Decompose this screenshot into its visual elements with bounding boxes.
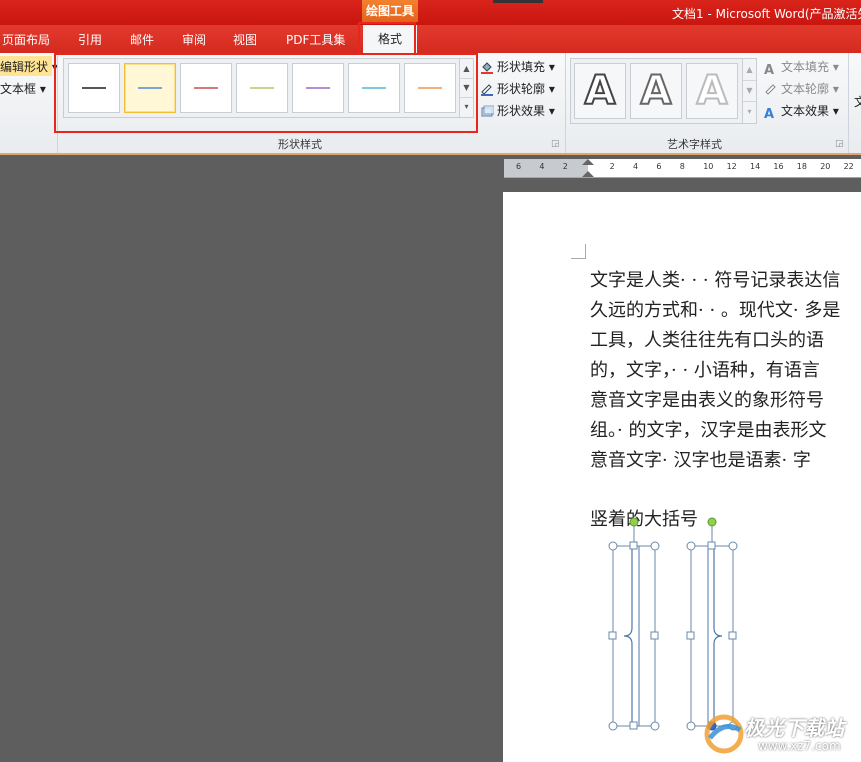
shape-fill-button[interactable]: 形状填充 ▾ (480, 58, 555, 75)
text-outline-icon (764, 82, 778, 96)
watermark-url: www.xz7.com (758, 739, 841, 753)
document-line: 的，文字，· · 小语种，有语言 (590, 360, 820, 381)
drawing-tools-context-label: 绘图工具 (362, 0, 418, 22)
tab-format-highlight (358, 22, 416, 55)
shape-styles-launcher-icon[interactable]: ◲ (551, 139, 560, 149)
dropdown-arrow-icon: ▾ (548, 82, 555, 96)
wordart-launcher-icon[interactable]: ◲ (835, 139, 844, 149)
ribbon: 编辑形状 ▾ 文本框 ▾ ▲ ▼ ▾ 形状填充 ▾ 形状轮廓 ▾ 形状效果 ▾ … (0, 53, 861, 155)
ruler-tick-label: 6 (516, 162, 522, 171)
ribbon-tabs: 页面布局 引用 邮件 审阅 视图 PDF工具集 (0, 25, 861, 53)
ruler-tick-label: 22 (843, 162, 854, 171)
document-line: 工具，人类往往先有口头的语 (590, 330, 824, 351)
wordart-scroll-down-icon[interactable]: ▼ (743, 80, 756, 102)
edit-shape-button[interactable]: 编辑形状 ▾ (0, 58, 58, 75)
text-effects-button[interactable]: A 文本效果 ▾ (764, 102, 839, 122)
ruler-tick-label: 16 (773, 162, 784, 171)
document-line: 文字是人类· · · 符号记录表达信 (590, 270, 841, 291)
dropdown-arrow-icon: ▾ (832, 82, 839, 96)
dropdown-arrow-icon: ▾ (39, 82, 46, 96)
ruler-tick-label: 20 (820, 162, 831, 171)
tab-review[interactable]: 审阅 (182, 31, 206, 48)
ruler-tick-label: 2 (562, 162, 568, 171)
document-heading: 竖着的大括号 (590, 509, 698, 530)
text-outline-button[interactable]: 文本轮廓 ▾ (764, 80, 839, 97)
pencil-outline-icon (480, 82, 494, 96)
shape-outline-button[interactable]: 形状轮廓 ▾ (480, 80, 555, 97)
paint-bucket-icon (480, 60, 494, 74)
wordart-more-icon[interactable]: ▾ (743, 101, 756, 122)
wordart-scrollbar: ▲ ▼ ▾ (742, 58, 757, 124)
window-title: 文档1 - Microsoft Word(产品激活失败) (672, 7, 861, 21)
group-separator (848, 53, 849, 153)
tab-references[interactable]: 引用 (78, 31, 102, 48)
ruler-tick-label: 4 (539, 162, 545, 171)
shape-effects-button[interactable]: 形状效果 ▾ (480, 102, 555, 119)
document-line: 意音文字是由表义的象形符号 (590, 390, 824, 411)
wordart-style-2[interactable]: A (630, 63, 682, 119)
shape-styles-group-label: 形状样式 (278, 138, 322, 151)
dropdown-arrow-icon: ▾ (832, 104, 839, 118)
ruler-tick-label: 14 (750, 162, 761, 171)
shape-styles-highlight (54, 53, 478, 133)
ruler-tick-label: 8 (679, 162, 685, 171)
margin-corner-mark (571, 244, 586, 259)
tab-mailings[interactable]: 邮件 (130, 31, 154, 48)
watermark-swirl-icon (704, 714, 744, 754)
brace-shape-left[interactable] (608, 517, 660, 731)
ruler-tick-label: 4 (633, 162, 639, 171)
wordart-style-1[interactable]: A (574, 63, 626, 119)
dropdown-arrow-icon: ▾ (548, 104, 555, 118)
tab-view[interactable]: 视图 (233, 31, 257, 48)
wordart-scroll-up-icon[interactable]: ▲ (743, 59, 756, 81)
group-separator (565, 53, 566, 153)
document-page[interactable]: 文字是人类· · · 符号记录表达信 久远的方式和· · 。现代文· 多是 工具… (503, 192, 861, 762)
ruler-tick-label: 2 (609, 162, 615, 171)
ruler-tick-label: 12 (726, 162, 737, 171)
document-line: 久远的方式和· · 。现代文· 多是 (590, 300, 841, 321)
ruler-tick-label: 6 (656, 162, 662, 171)
text-effects-icon: A (764, 107, 775, 122)
text-fill-icon: A (764, 63, 775, 78)
dropdown-arrow-icon: ▾ (832, 60, 839, 74)
ruler-tick-label: 18 (796, 162, 807, 171)
dropdown-arrow-icon: ▾ (548, 60, 555, 74)
watermark-name: 极光下载站 (744, 716, 844, 740)
wordart-style-3[interactable]: A (686, 63, 738, 119)
watermark-logo: 极光下载站 www.xz7.com (702, 708, 861, 762)
shape-effects-icon (480, 104, 495, 118)
document-line: 意音文字· 汉字也是语素· 字 (590, 450, 811, 471)
text-box-button[interactable]: 文本框 ▾ (0, 80, 46, 97)
title-bar-accent (493, 0, 543, 3)
title-bar: 绘图工具 文档1 - Microsoft Word(产品激活失败) (0, 0, 861, 25)
wordart-group-label: 艺术字样式 (667, 138, 722, 151)
tab-pdf-tools[interactable]: PDF工具集 (286, 31, 345, 48)
horizontal-ruler: 6 4 2 2 4 6 8 10 12 14 16 18 20 22 (504, 159, 861, 178)
tab-page-layout[interactable]: 页面布局 (2, 31, 50, 48)
wordart-styles-gallery: A A A (570, 58, 744, 124)
brace-shape-right[interactable] (686, 517, 738, 731)
ruler-tick-label: 10 (703, 162, 714, 171)
text-fill-button[interactable]: A 文本填充 ▾ (764, 58, 839, 78)
text-direction-button[interactable]: 文 (854, 93, 861, 110)
document-line: 组。· 的文字，汉字是由表形文 (590, 420, 827, 441)
